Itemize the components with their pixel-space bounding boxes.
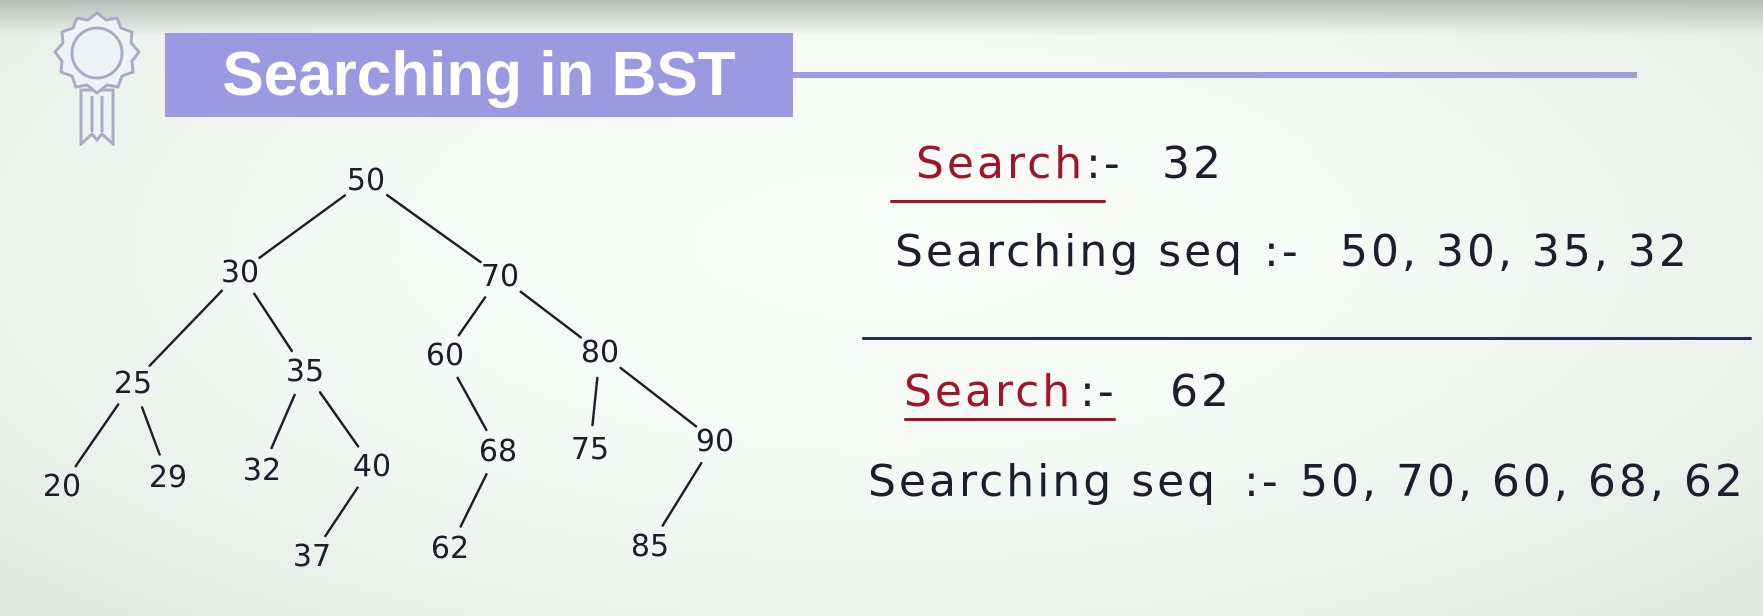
tree-edge-25-20	[74, 403, 120, 468]
tree-node-29: 29	[149, 460, 187, 495]
search-1-separator: :-	[1086, 138, 1123, 189]
sequence-1-label: Searching seq	[895, 226, 1246, 277]
tree-node-62: 62	[431, 531, 469, 566]
bst-diagram: 50 30 70 25 35 60 80 20 29 32 40 68 75 90 37 62 85	[43, 163, 734, 574]
tree-edge-30-35	[253, 292, 294, 353]
tree-edge-35-32	[270, 393, 296, 450]
sequence-2-values: 50, 70, 60, 68, 62	[1300, 456, 1746, 507]
tree-node-25: 25	[114, 366, 152, 401]
sequence-2-label: Searching seq	[868, 456, 1219, 507]
tree-node-50: 50	[347, 163, 385, 198]
tree-edge-80-90	[619, 366, 698, 428]
tree-edge-60-68	[456, 376, 488, 432]
tree-node-30: 30	[221, 255, 259, 290]
tree-edge-90-85	[661, 461, 703, 527]
search-1-value: 32	[1162, 138, 1224, 189]
tree-node-85: 85	[631, 529, 669, 564]
tree-edge-25-29	[140, 406, 161, 456]
tree-edge-30-25	[148, 289, 224, 367]
sequence-1-values: 50, 30, 35, 32	[1340, 226, 1690, 277]
search-2-underline	[904, 418, 1116, 421]
tree-node-20: 20	[43, 469, 81, 504]
tree-node-32: 32	[243, 453, 281, 488]
tree-node-60: 60	[426, 338, 464, 373]
search-2-value: 62	[1170, 366, 1232, 417]
tree-node-37: 37	[293, 539, 331, 574]
tree-node-80: 80	[581, 335, 619, 370]
tree-edge-70-60	[457, 296, 487, 337]
tree-node-90: 90	[696, 424, 734, 459]
tree-edge-70-80	[519, 290, 583, 339]
section-divider	[862, 337, 1752, 340]
tree-edge-50-70	[385, 193, 482, 264]
tree-node-40: 40	[353, 449, 391, 484]
slide: Searching in BST 50 30 70 25 35 60 80 20 29 32 40 6…	[0, 0, 1763, 616]
tree-edge-68-62	[459, 473, 488, 528]
tree-edge-40-37	[324, 486, 359, 538]
tree-node-75: 75	[571, 432, 609, 467]
tree-nodes: 50 30 70 25 35 60 80 20 29 32 40 68 75 90 37 62 85	[43, 163, 734, 574]
sequence-2-separator: :-	[1244, 456, 1281, 507]
tree-edge-80-75	[591, 376, 599, 427]
tree-edge-50-30	[258, 194, 347, 260]
tree-edge-35-40	[318, 391, 360, 448]
tree-node-70: 70	[481, 259, 519, 294]
search-2-separator: :-	[1080, 366, 1117, 417]
tree-node-68: 68	[479, 434, 517, 469]
tree-node-35: 35	[286, 354, 324, 389]
sequence-1-separator: :-	[1264, 226, 1301, 277]
search-1-label: Search	[916, 138, 1086, 189]
title-rule	[793, 72, 1637, 78]
search-1-underline	[890, 200, 1106, 203]
search-2-label: Search	[904, 366, 1074, 417]
